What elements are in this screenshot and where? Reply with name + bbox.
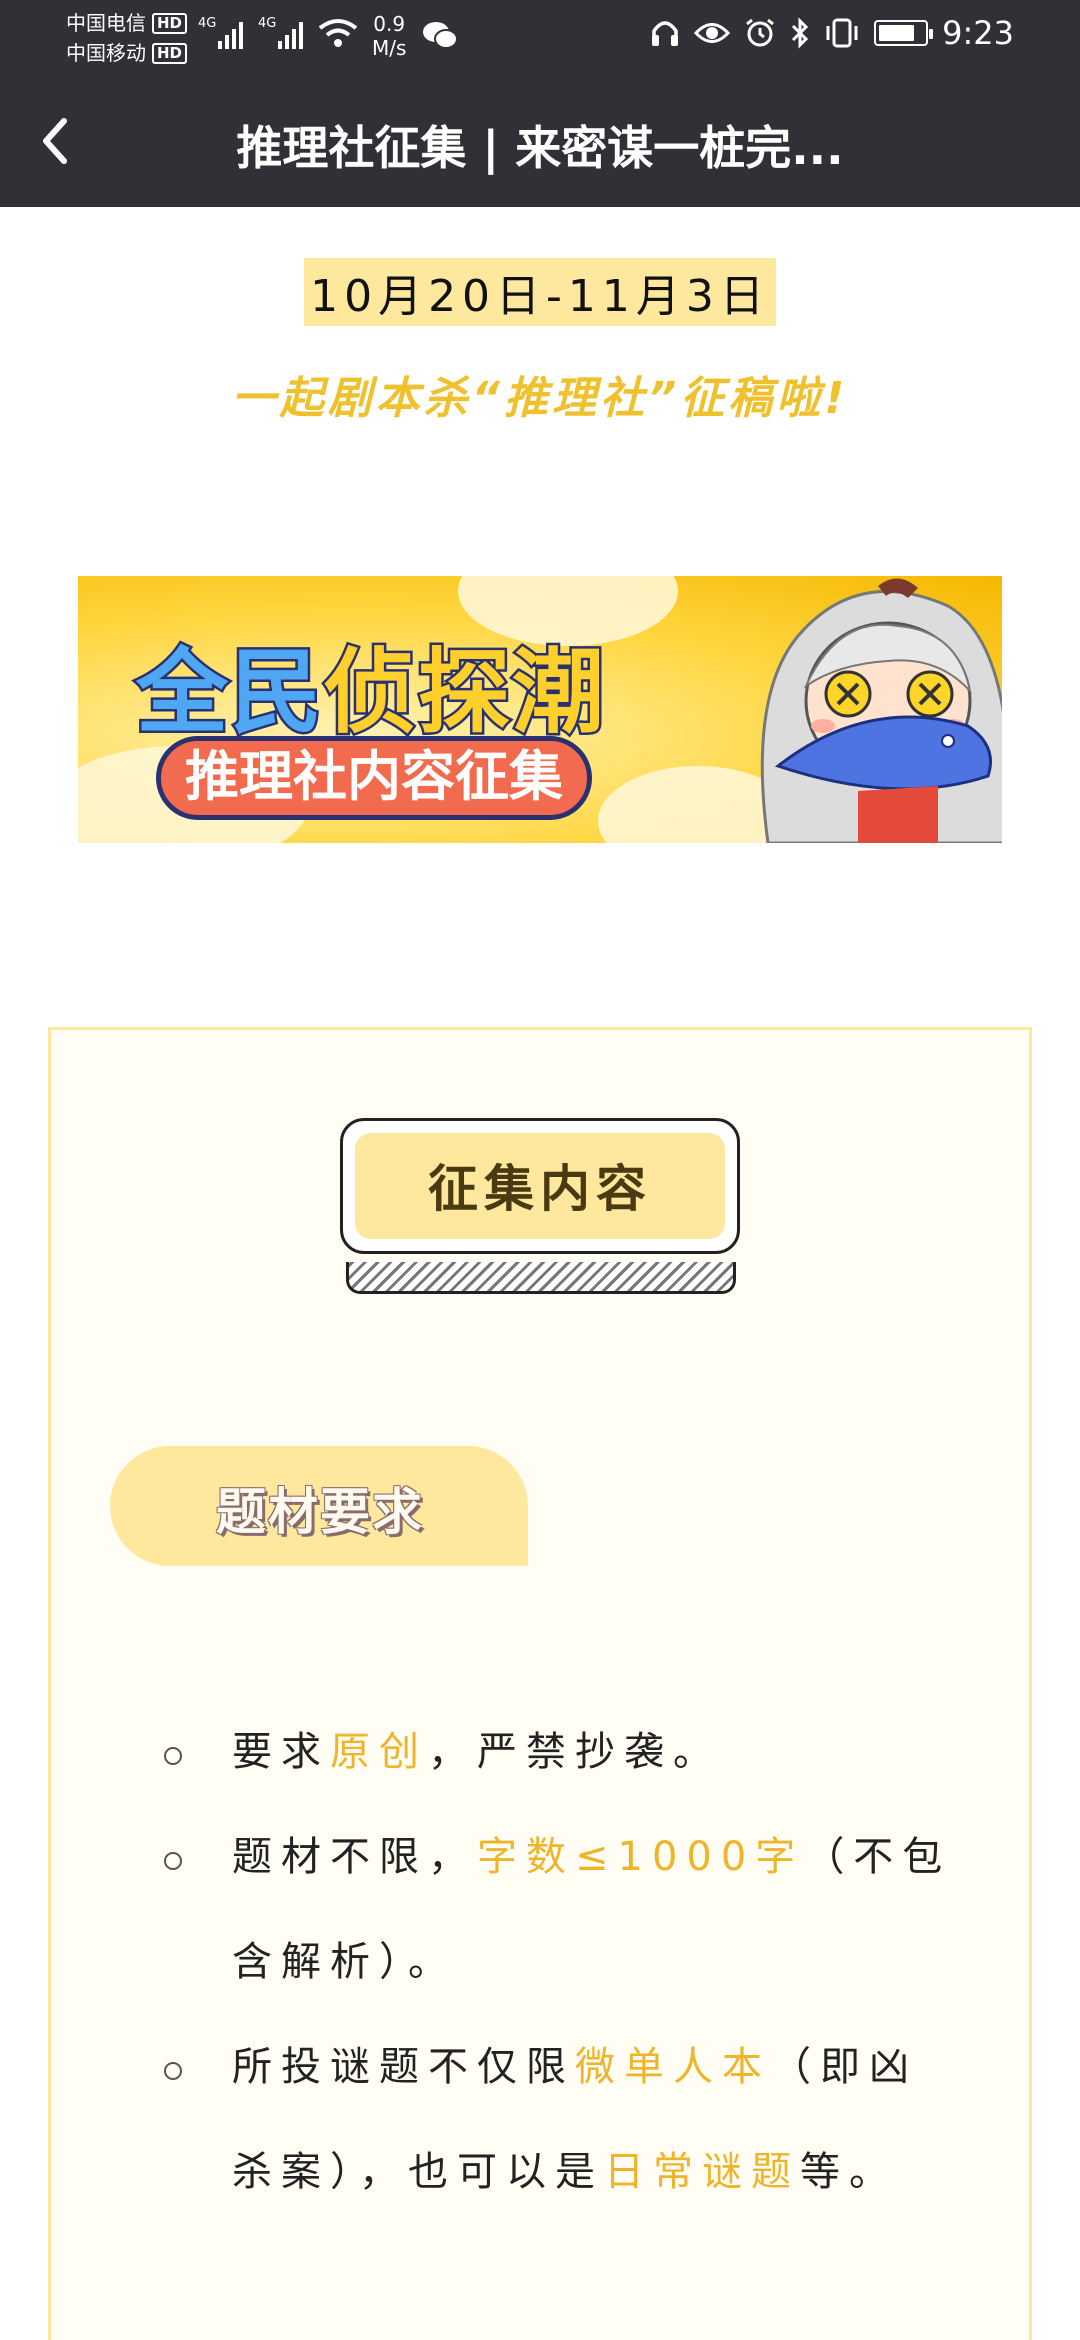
event-banner[interactable]: 全民侦探潮 推理社内容征集 xyxy=(78,576,1002,843)
detective-girl-illustration xyxy=(760,578,1002,843)
req-text: 等。 xyxy=(800,2149,898,2195)
req-highlight: 日常谜题 xyxy=(604,2149,800,2195)
collect-content-label: 征集内容 xyxy=(355,1133,725,1239)
req-text: 所投谜题不仅限 xyxy=(232,2044,575,2090)
banner-title-part1: 全民 xyxy=(133,637,325,749)
banner-title-part2: 侦探潮 xyxy=(322,637,607,749)
signal-icon-2 xyxy=(278,22,303,49)
list-item: 题材不限，字数≤1000字（不包含解析）。 xyxy=(160,1805,960,2015)
net-speed: 0.9 M/s xyxy=(372,12,406,60)
req-highlight: 微单人本 xyxy=(575,2044,771,2090)
list-item: 所投谜题不仅限微单人本（即凶杀案），也可以是日常谜题等。 xyxy=(160,2015,960,2225)
req-highlight: 字数≤1000字 xyxy=(477,1834,805,1880)
req-text: 题材不限， xyxy=(232,1834,477,1880)
date-range-wrap: 10月20日-11月3日 xyxy=(0,258,1080,326)
bluetooth-icon xyxy=(792,17,809,49)
net-speed-unit: M/s xyxy=(372,36,407,60)
battery-icon xyxy=(874,20,934,46)
headphones-icon xyxy=(652,21,679,46)
signal-icon-1 xyxy=(218,22,243,49)
banner-title: 全民侦探潮 xyxy=(133,618,607,751)
section-tag-label: 题材要求 xyxy=(216,1483,424,1541)
carrier-info: 中国电信 HD 中国移动 HD xyxy=(66,8,188,68)
top-bar: 中国电信 HD 中国移动 HD 4G 4G 0.9 M/s 9:23 推理社征集… xyxy=(0,0,1080,207)
section-tag: 题材要求 xyxy=(110,1446,528,1566)
carrier-1: 中国电信 xyxy=(66,11,146,35)
eye-icon xyxy=(694,23,731,43)
req-text: ，严禁抄袭。 xyxy=(428,1729,722,1775)
wechat-icon xyxy=(423,22,458,49)
hd-badge-1: HD xyxy=(152,12,188,34)
wifi-icon xyxy=(318,19,358,47)
list-item: 要求原创，严禁抄袭。 xyxy=(160,1700,960,1805)
net-speed-value: 0.9 xyxy=(373,12,406,36)
carrier-2: 中国移动 xyxy=(66,41,146,65)
button-shadow xyxy=(346,1262,736,1294)
req-text: 要求 xyxy=(232,1729,330,1775)
req-highlight: 原创 xyxy=(330,1729,428,1775)
network-type-2: 4G xyxy=(258,16,277,31)
status-icons: 9:23 xyxy=(650,14,1014,52)
headline: 一起剧本杀“推理社”征稿啦! xyxy=(231,373,849,424)
vibrate-icon xyxy=(826,18,858,48)
network-type-1: 4G xyxy=(198,16,217,31)
clock: 9:23 xyxy=(942,14,1014,52)
date-range: 10月20日-11月3日 xyxy=(304,258,776,326)
hd-badge-2: HD xyxy=(152,42,188,64)
collect-content-button[interactable]: 征集内容 xyxy=(340,1118,740,1254)
alarm-icon xyxy=(746,18,775,47)
back-arrow-icon[interactable] xyxy=(36,115,76,167)
battery-level xyxy=(879,25,915,41)
requirements-list: 要求原创，严禁抄袭。 题材不限，字数≤1000字（不包含解析）。 所投谜题不仅限… xyxy=(160,1700,960,2225)
page-title: 推理社征集 | 来密谋一桩完... xyxy=(236,121,844,175)
banner-subtitle: 推理社内容征集 xyxy=(156,736,592,820)
